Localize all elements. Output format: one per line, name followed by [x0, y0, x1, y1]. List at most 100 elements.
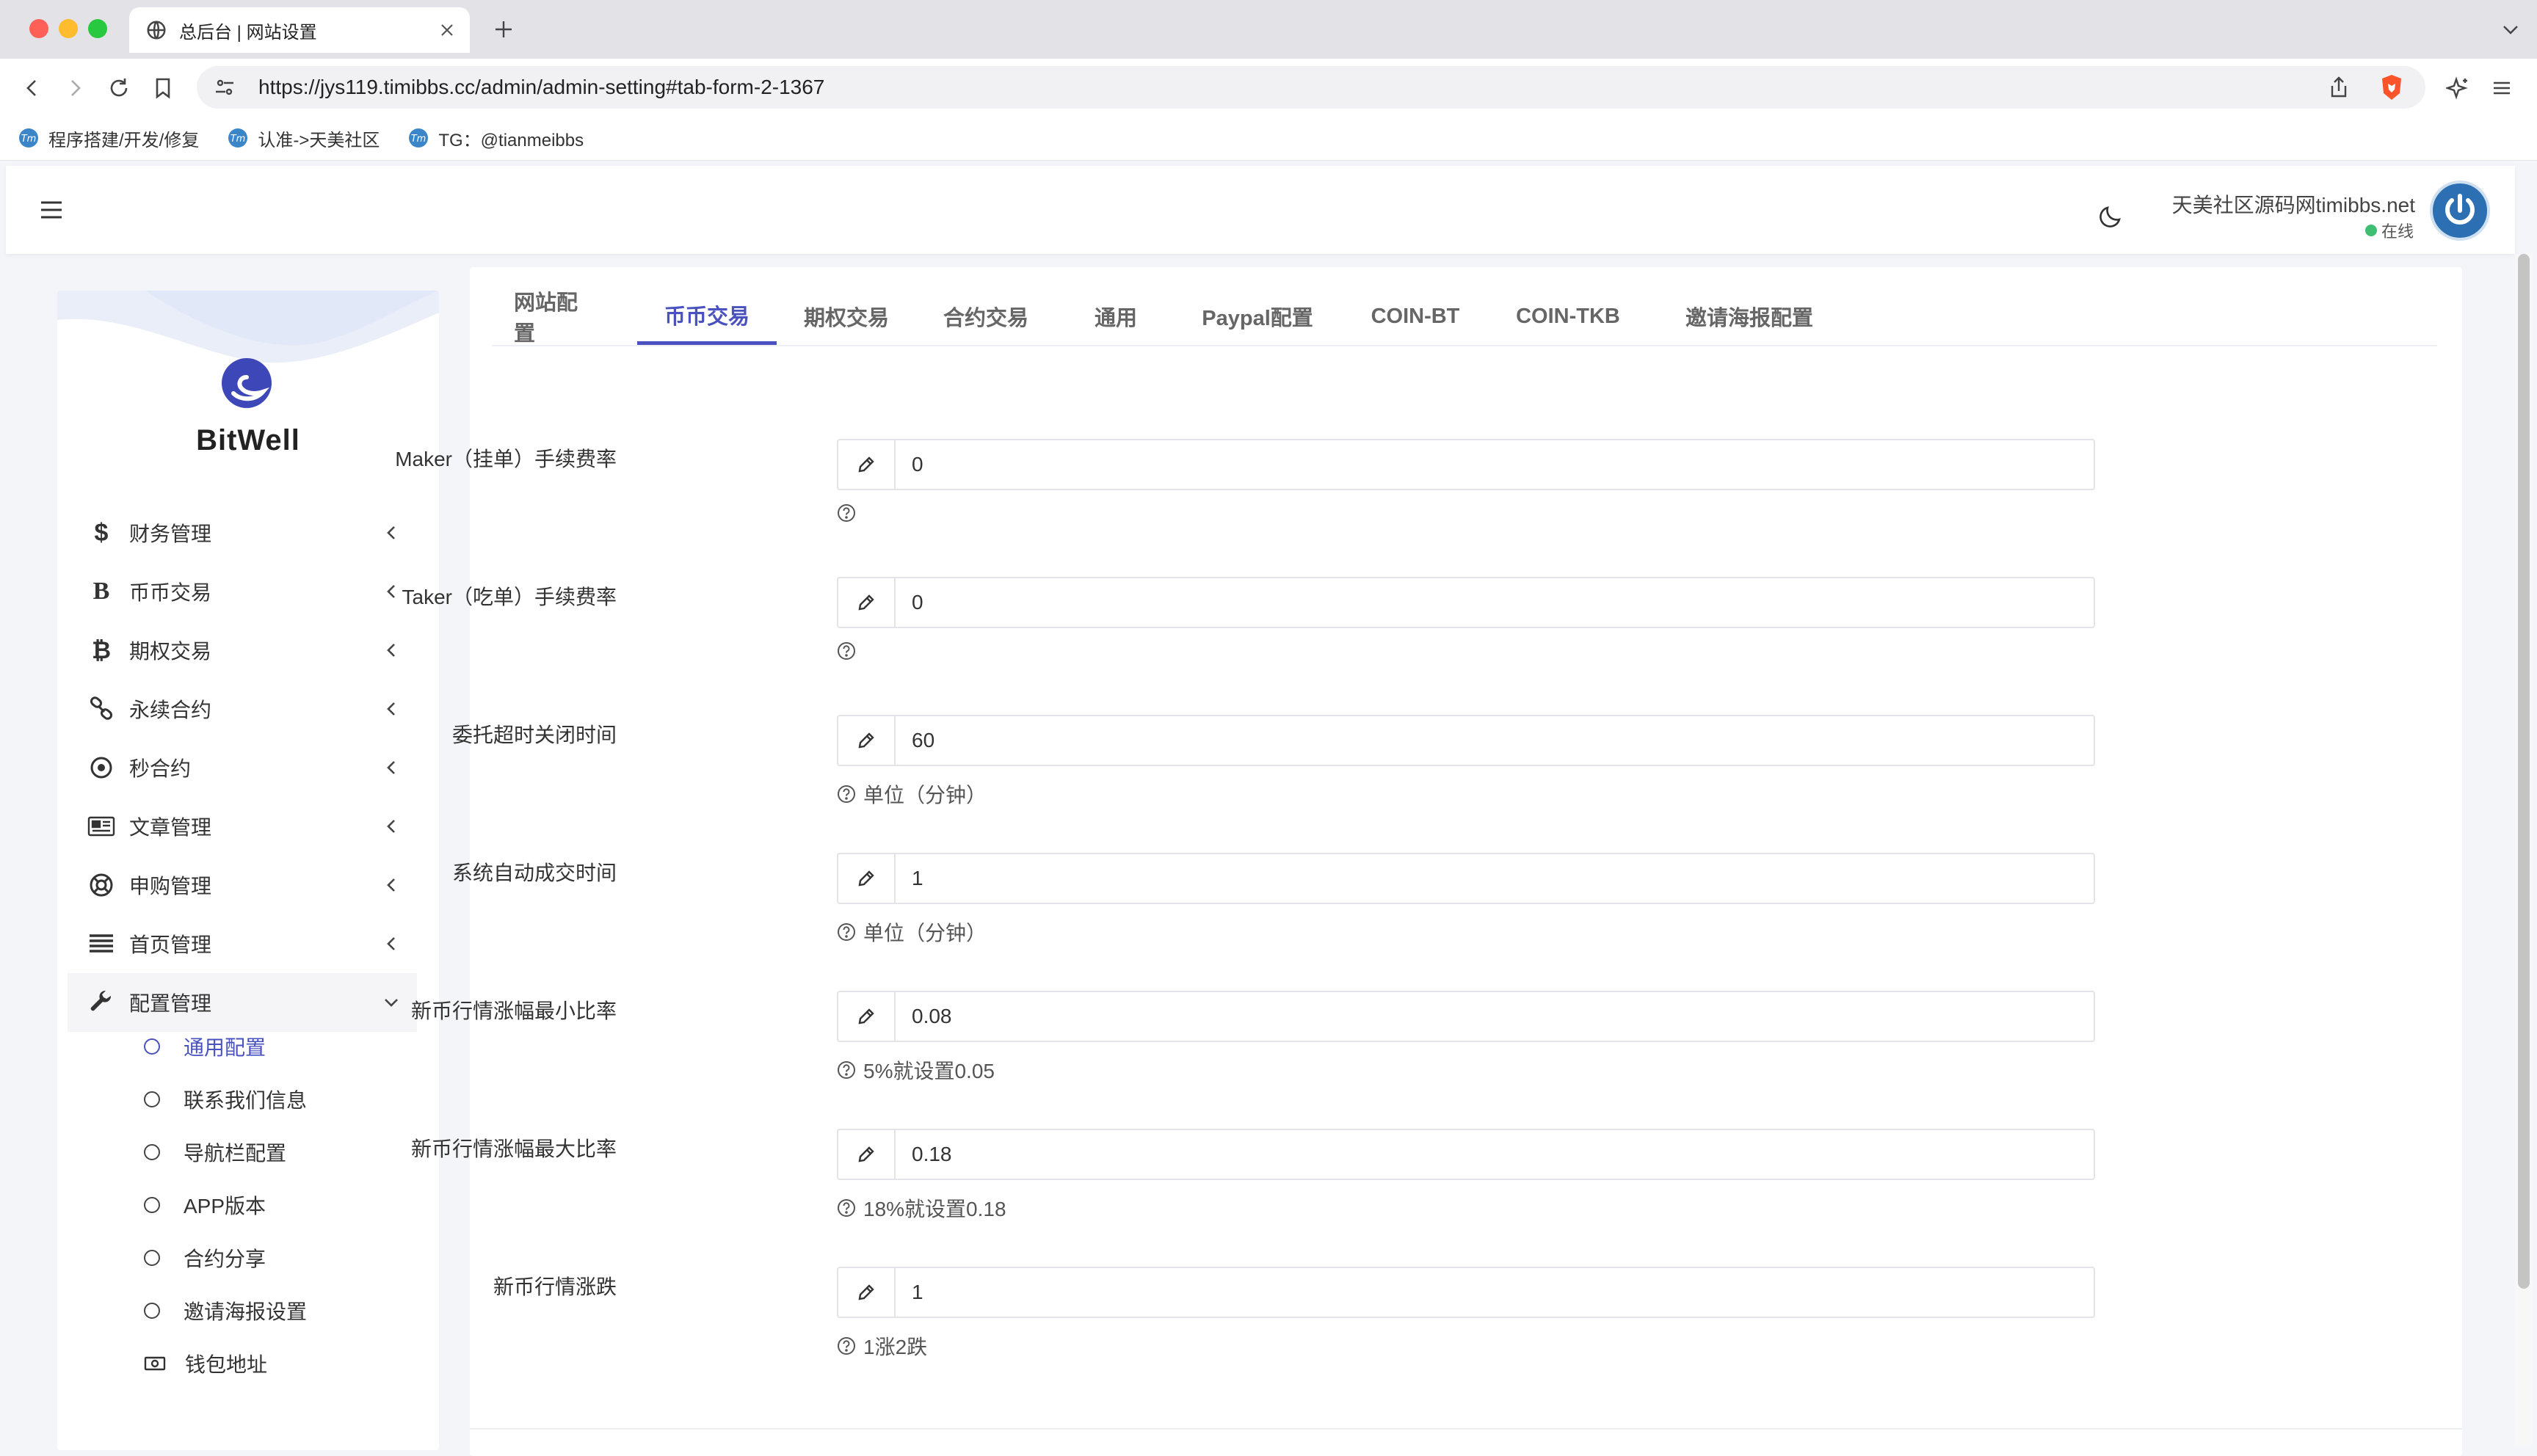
chevron-left-icon — [380, 757, 402, 779]
sidebar-subitem-app-version[interactable]: APP版本 — [144, 1183, 266, 1227]
bookmark-label: 认准->天美社区 — [258, 130, 380, 150]
share-icon[interactable] — [2324, 73, 2353, 102]
tab-coin-bt[interactable]: COIN-BT — [1357, 288, 1474, 345]
tab-options-trading[interactable]: 期权交易 — [799, 288, 894, 345]
chevron-left-icon — [380, 580, 402, 603]
app-header: 天美社区源码网timibbs.net 在线 — [6, 166, 2515, 254]
pencil-icon — [838, 440, 896, 489]
circle-icon — [144, 1091, 160, 1107]
chevron-down-icon[interactable] — [2496, 15, 2525, 44]
question-circle-icon — [837, 1198, 856, 1217]
help-hint — [837, 641, 863, 660]
sidebar-item-homepage[interactable]: 首页管理 — [68, 914, 417, 973]
sidebar-item-spot-trading[interactable]: B 币币交易 — [68, 562, 417, 621]
bookmark-label: TG：@tianmeibbs — [438, 130, 584, 150]
scrollbar-thumb[interactable] — [2518, 254, 2530, 1289]
bitcoin-icon: ₿ — [91, 636, 112, 663]
sidebar-subitem-wallet-address[interactable]: 钱包地址 — [144, 1342, 267, 1386]
pencil-icon — [838, 992, 896, 1041]
sidebar-subitem-contact-info[interactable]: 联系我们信息 — [144, 1077, 307, 1121]
sidebar-item-subscription[interactable]: 申购管理 — [68, 856, 417, 914]
taker-fee-field[interactable] — [837, 577, 2095, 628]
chevron-left-icon — [380, 874, 402, 896]
trend-direction-input[interactable] — [910, 1270, 2094, 1315]
help-hint — [837, 503, 863, 523]
sidebar-subitem-invite-poster[interactable]: 邀请海报设置 — [144, 1289, 307, 1333]
tab-paypal-config[interactable]: Paypal配置 — [1188, 288, 1327, 345]
status-badge: 在线 — [2364, 219, 2414, 242]
site-settings-icon[interactable] — [210, 73, 239, 102]
window-minimize-button[interactable] — [59, 19, 78, 38]
sidebar-subitem-general-config[interactable]: 通用配置 — [144, 1024, 266, 1069]
question-circle-icon — [837, 1060, 856, 1080]
max-rise-rate-input[interactable] — [910, 1132, 2094, 1177]
circle-icon — [144, 1250, 160, 1266]
sidebar-item-config[interactable]: 配置管理 — [68, 973, 417, 1032]
help-hint: 18%就设置0.18 — [837, 1193, 1006, 1223]
sidebar-item-second-contract[interactable]: 秒合约 — [68, 738, 417, 797]
site-logo-icon: Tm — [227, 127, 249, 149]
min-rise-rate-field[interactable] — [837, 991, 2095, 1042]
circle-icon — [144, 1144, 160, 1160]
svg-text:Tm: Tm — [411, 134, 427, 145]
tab-site-config[interactable]: 网站配置 — [514, 288, 596, 346]
browser-tab[interactable]: 总后台 | 网站设置 — [129, 7, 470, 53]
auto-match-time-field[interactable] — [837, 853, 2095, 904]
forward-arrow-icon[interactable] — [59, 72, 91, 104]
sidebar-subitem-navbar-config[interactable]: 导航栏配置 — [144, 1130, 286, 1174]
wrench-icon — [87, 988, 116, 1017]
auto-match-time-input[interactable] — [910, 856, 2094, 901]
back-arrow-icon[interactable] — [16, 72, 48, 104]
bookmark-item[interactable]: Tm 认准->天美社区 — [227, 125, 380, 151]
hamburger-icon[interactable] — [35, 194, 68, 226]
sidebar-item-finance[interactable]: $ 财务管理 — [68, 503, 417, 562]
bookmark-icon[interactable] — [147, 72, 179, 104]
avatar[interactable] — [2430, 181, 2490, 241]
letter-b-icon: B — [92, 578, 110, 605]
min-rise-rate-input[interactable] — [910, 994, 2094, 1039]
target-icon — [87, 753, 116, 782]
pencil-icon — [838, 716, 896, 765]
chevron-left-icon — [380, 933, 402, 955]
reload-icon[interactable] — [103, 72, 135, 104]
site-logo-icon: Tm — [18, 127, 40, 149]
address-bar[interactable]: https://jys119.timibbs.cc/admin/admin-se… — [197, 66, 2425, 109]
close-icon[interactable] — [435, 18, 460, 43]
field-label-order-timeout: 委托超时关闭时间 — [451, 724, 617, 746]
sidebar-item-options-trading[interactable]: ₿ 期权交易 — [68, 621, 417, 680]
sidebar-subitem-contract-share[interactable]: 合约分享 — [144, 1236, 266, 1280]
sidebar-item-articles[interactable]: 文章管理 — [68, 797, 417, 856]
menu-icon[interactable] — [2486, 72, 2518, 104]
tab-spot-trading[interactable]: 币币交易 — [637, 288, 777, 345]
window-zoom-button[interactable] — [88, 19, 107, 38]
taker-fee-input[interactable] — [910, 580, 2094, 625]
trend-direction-field[interactable] — [837, 1267, 2095, 1318]
tab-invite-poster-config[interactable]: 邀请海报配置 — [1658, 288, 1841, 345]
bookmark-item[interactable]: Tm TG：@tianmeibbs — [407, 125, 584, 151]
maker-fee-input[interactable] — [910, 442, 2094, 487]
moon-icon[interactable] — [2095, 200, 2127, 232]
window-close-button[interactable] — [29, 19, 48, 38]
sparkle-icon[interactable] — [2442, 72, 2474, 104]
field-label-auto-match-time: 系统自动成交时间 — [451, 862, 617, 884]
bookmark-item[interactable]: Tm 程序搭建/开发/修复 — [18, 125, 199, 151]
order-timeout-input[interactable] — [910, 718, 2094, 763]
brave-shield-icon[interactable] — [2377, 73, 2406, 102]
circle-icon — [144, 1197, 160, 1213]
page-scrollbar[interactable] — [2515, 254, 2533, 1446]
sidebar-item-perpetual[interactable]: 永续合约 — [68, 680, 417, 738]
help-hint: 单位（分钟） — [837, 779, 987, 809]
lifebuoy-icon — [87, 870, 116, 900]
question-circle-icon — [837, 641, 856, 660]
new-tab-button[interactable] — [489, 15, 518, 44]
tab-coin-tkb[interactable]: COIN-TKB — [1502, 288, 1634, 345]
field-label-max-rise-rate: 新币行情涨幅最大比率 — [410, 1138, 617, 1160]
brand-name: BitWell — [196, 424, 300, 456]
pencil-icon — [838, 1268, 896, 1317]
max-rise-rate-field[interactable] — [837, 1129, 2095, 1180]
order-timeout-field[interactable] — [837, 715, 2095, 766]
tab-contract-trading[interactable]: 合约交易 — [938, 288, 1034, 345]
user-name[interactable]: 天美社区源码网timibbs.net — [2172, 189, 2415, 219]
tab-general[interactable]: 通用 — [1086, 288, 1145, 345]
maker-fee-field[interactable] — [837, 439, 2095, 490]
